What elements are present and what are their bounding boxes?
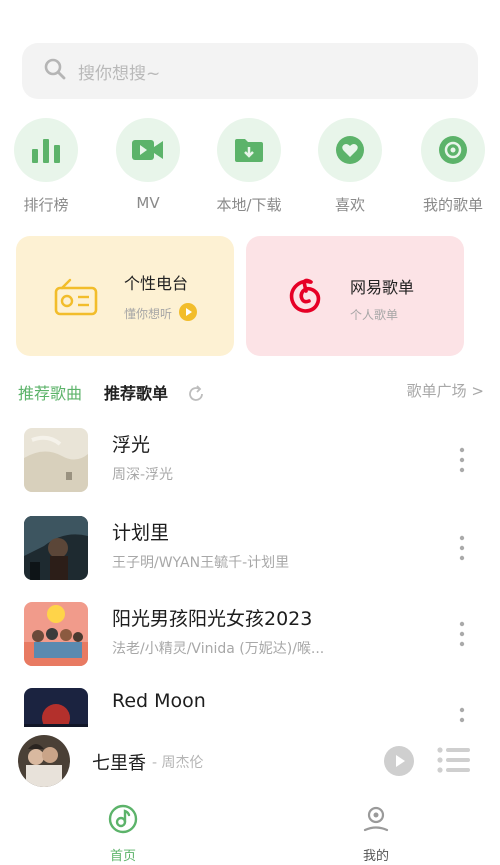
nav-label-home: 首页 bbox=[109, 849, 136, 864]
nav-item-mine[interactable]: 我的 bbox=[336, 803, 416, 864]
now-playing-cover bbox=[18, 735, 70, 787]
quick-item-label: 我的歌单 bbox=[422, 196, 483, 214]
nav-item-home[interactable]: 首页 bbox=[83, 803, 163, 864]
song-row[interactable]: 浮光 周深-浮光 bbox=[0, 420, 500, 500]
more-vertical-icon[interactable] bbox=[452, 532, 472, 564]
tab-recommend-playlists[interactable]: 推荐歌单 bbox=[104, 380, 168, 404]
refresh-icon[interactable] bbox=[186, 384, 206, 404]
song-title: 计划里 bbox=[112, 522, 170, 544]
playlist-icon[interactable] bbox=[436, 745, 472, 775]
song-cover bbox=[24, 602, 88, 666]
now-playing-artist: - 周杰伦 bbox=[152, 755, 204, 771]
personal-radio-card[interactable]: 个性电台 懂你想听 bbox=[16, 236, 234, 356]
bottom-nav: 首页 我的 bbox=[0, 795, 500, 865]
search-bar[interactable]: 搜你想搜~ bbox=[22, 43, 478, 99]
song-row[interactable]: 计划里 王子明/WYAN王毓千-计划里 bbox=[0, 508, 500, 588]
quick-item-label: 排行榜 bbox=[23, 196, 69, 214]
song-cover bbox=[24, 516, 88, 580]
quick-item-label: MV bbox=[136, 194, 160, 212]
song-cover bbox=[24, 428, 88, 492]
song-title: 浮光 bbox=[112, 434, 151, 456]
radio-card-subtitle: 懂你想听 bbox=[124, 307, 173, 321]
song-title: Red Moon bbox=[112, 690, 206, 712]
profile-icon bbox=[360, 806, 392, 839]
quick-item-local-download[interactable]: 本地/下载 bbox=[199, 118, 299, 215]
netease-card-subtitle: 个人歌单 bbox=[350, 308, 399, 322]
radio-icon bbox=[54, 278, 98, 320]
song-row[interactable]: 阳光男孩阳光女孩2023 法老/小精灵/Vinida (万妮达)/喉... bbox=[0, 594, 500, 674]
song-title: 阳光男孩阳光女孩2023 bbox=[112, 608, 313, 630]
quick-item-favorites[interactable]: 喜欢 bbox=[300, 118, 400, 215]
song-cover bbox=[24, 688, 88, 727]
play-icon[interactable] bbox=[383, 745, 415, 777]
song-artist: 法老/小精灵/Vinida (万妮达)/喉... bbox=[112, 641, 325, 657]
song-artist: 周深-浮光 bbox=[112, 467, 174, 483]
more-vertical-icon[interactable] bbox=[452, 618, 472, 650]
radio-card-title: 个性电台 bbox=[124, 274, 189, 293]
more-vertical-icon[interactable] bbox=[452, 444, 472, 476]
quick-item-my-playlists[interactable]: 我的歌单 bbox=[403, 118, 500, 215]
more-vertical-icon[interactable] bbox=[452, 704, 472, 727]
heart-icon bbox=[318, 118, 382, 182]
quick-item-ranking[interactable]: 排行榜 bbox=[0, 118, 96, 215]
home-music-icon bbox=[107, 804, 139, 839]
disc-icon bbox=[421, 118, 485, 182]
video-camera-icon bbox=[116, 118, 180, 182]
song-artist: 王子明/WYAN王毓千-计划里 bbox=[112, 555, 290, 571]
search-icon bbox=[42, 56, 68, 86]
section-tabs: 推荐歌曲 推荐歌单 歌单广场 > bbox=[0, 380, 500, 408]
nav-label-mine: 我的 bbox=[362, 849, 389, 864]
bar-chart-icon bbox=[14, 118, 78, 182]
radio-card-subtitle-row: 懂你想听 bbox=[124, 302, 198, 325]
search-placeholder: 搜你想搜~ bbox=[78, 63, 161, 84]
netease-music-icon bbox=[284, 276, 326, 322]
now-playing-title: 七里香 bbox=[92, 753, 146, 774]
quick-item-label: 喜欢 bbox=[334, 196, 365, 214]
netease-card-title: 网易歌单 bbox=[350, 278, 415, 297]
quick-item-mv[interactable]: MV bbox=[98, 118, 198, 212]
netease-playlist-card[interactable]: 网易歌单 个人歌单 bbox=[246, 236, 464, 356]
song-row[interactable]: Red Moon bbox=[0, 680, 500, 727]
quick-item-label: 本地/下载 bbox=[216, 196, 282, 214]
tab-recommend-songs[interactable]: 推荐歌曲 bbox=[18, 380, 82, 404]
play-circle-icon bbox=[178, 302, 198, 325]
download-folder-icon bbox=[217, 118, 281, 182]
mini-player[interactable]: 七里香 - 周杰伦 bbox=[0, 727, 500, 795]
quick-actions: 排行榜 MV 本地/下载 喜欢 我的歌单 bbox=[0, 118, 500, 218]
playlist-plaza-link[interactable]: 歌单广场 > bbox=[407, 380, 484, 401]
